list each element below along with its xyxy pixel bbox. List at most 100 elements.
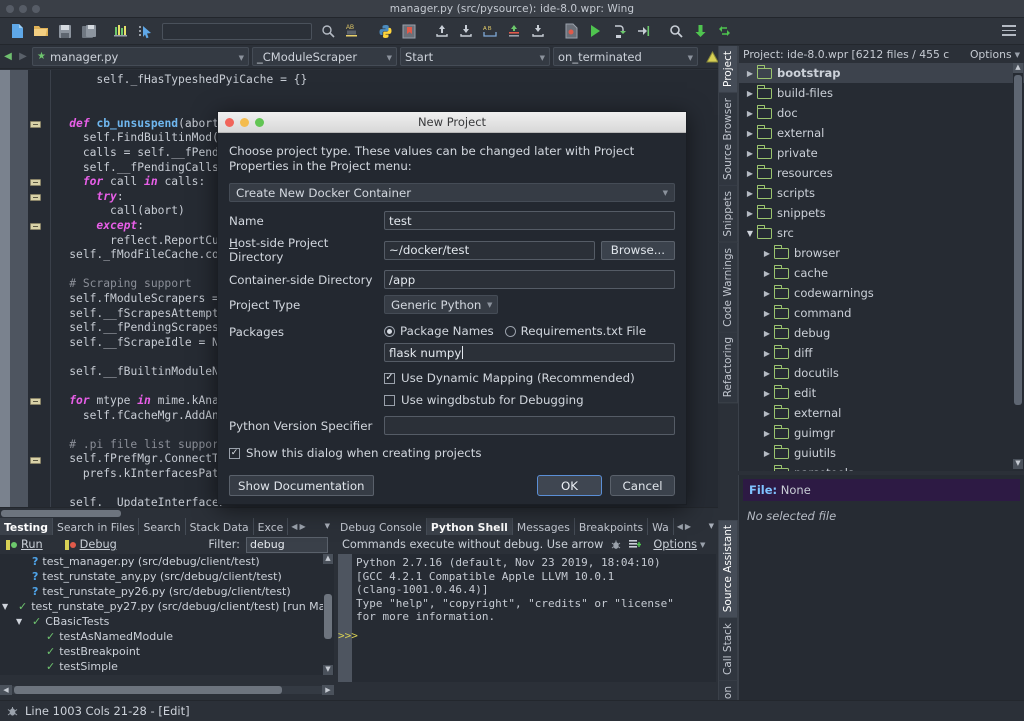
project-tree-item[interactable]: ▶ debug <box>739 323 1024 343</box>
project-type-value-combo[interactable]: Generic Python ▼ <box>384 295 499 314</box>
project-tree-item[interactable]: ▶ parsetools <box>739 463 1024 471</box>
project-tree-item[interactable]: ▶ guiutils <box>739 443 1024 463</box>
step-out-icon[interactable] <box>632 20 654 42</box>
wingdbstub-checkbox[interactable] <box>384 394 395 406</box>
test-list-row[interactable]: ? test_runstate_py26.py (src/debug/client… <box>0 584 334 599</box>
tab-scroll-left-icon[interactable]: ◀ <box>291 522 297 531</box>
chevron-down-icon[interactable]: ▼ <box>743 229 757 238</box>
chevron-right-icon[interactable]: ▶ <box>743 89 757 98</box>
shell-debug-icon[interactable] <box>610 539 622 551</box>
python-icon[interactable] <box>374 20 396 42</box>
export-up-icon[interactable] <box>431 20 453 42</box>
tab-menu-icon[interactable]: ▼ <box>709 522 714 530</box>
show-documentation-button[interactable]: Show Documentation <box>229 475 374 496</box>
scroll-left-icon[interactable]: ◀ <box>0 685 12 695</box>
tab-search[interactable]: Search <box>139 518 186 535</box>
vtab-call-stack[interactable]: Call Stack <box>718 618 738 682</box>
python-version-input[interactable] <box>384 416 675 435</box>
filter-input[interactable]: debug <box>246 536 328 553</box>
project-tree-item[interactable]: ▶ diff <box>739 343 1024 363</box>
project-tree-item[interactable]: ▶ build-files <box>739 83 1024 103</box>
scrollbar-thumb[interactable] <box>324 594 332 639</box>
project-tree-item[interactable]: ▶ resources <box>739 163 1024 183</box>
scroll-down-icon[interactable]: ▼ <box>1013 459 1023 469</box>
scroll-down-icon[interactable]: ▼ <box>323 665 333 675</box>
test-list[interactable]: ? test_manager.py (src/debug/client/test)… <box>0 554 334 675</box>
dialog-window-controls[interactable] <box>225 117 264 127</box>
project-tree-item[interactable]: ▶ browser <box>739 243 1024 263</box>
save-all-icon[interactable] <box>78 20 100 42</box>
vtab-source-browser[interactable]: Source Browser <box>718 92 738 186</box>
chevron-right-icon[interactable]: ▶ <box>743 169 757 178</box>
scroll-up-icon[interactable]: ▲ <box>323 554 333 564</box>
vtab-project[interactable]: Project <box>718 46 738 93</box>
browse-button[interactable]: Browse... <box>600 240 675 260</box>
scrollbar-thumb[interactable] <box>1 510 121 517</box>
project-tree-item[interactable]: ▶ docutils <box>739 363 1024 383</box>
chevron-right-icon[interactable]: ▶ <box>760 269 774 278</box>
new-project-dialog[interactable]: New Project Choose project type. These v… <box>217 111 687 505</box>
fold-marker[interactable] <box>30 398 41 406</box>
class-selector-combo[interactable]: _CModuleScraper ▼ <box>252 47 397 66</box>
fold-marker[interactable] <box>30 456 41 464</box>
project-tree-item[interactable]: ▶ doc <box>739 103 1024 123</box>
project-tree-item[interactable]: ▶ command <box>739 303 1024 323</box>
cancel-button[interactable]: Cancel <box>610 475 675 496</box>
vtab-refactoring[interactable]: Refactoring <box>718 332 738 404</box>
find-icon[interactable] <box>665 20 687 42</box>
maximize-button[interactable] <box>32 5 40 13</box>
project-tree-item[interactable]: ▶ external <box>739 123 1024 143</box>
chevron-right-icon[interactable]: ▶ <box>760 369 774 378</box>
scope-selector-combo[interactable]: Start ▼ <box>400 47 550 66</box>
chevron-right-icon[interactable]: ▶ <box>760 409 774 418</box>
project-tree-item[interactable]: ▶ external <box>739 403 1024 423</box>
chevron-right-icon[interactable]: ▶ <box>743 69 757 78</box>
editor-horizontal-scrollbar[interactable] <box>0 507 718 518</box>
project-type-combo[interactable]: Create New Docker Container ▼ <box>229 183 675 202</box>
packages-input[interactable]: flask numpy <box>384 343 675 362</box>
open-folder-icon[interactable] <box>30 20 52 42</box>
project-scrollbar[interactable]: ▲ ▼ <box>1013 63 1023 469</box>
refresh-icon[interactable] <box>713 20 735 42</box>
project-tree-item[interactable]: ▶ bootstrap <box>739 63 1024 83</box>
host-dir-input[interactable]: ~/docker/test <box>384 240 595 260</box>
tab-scroll-right-icon[interactable]: ▶ <box>685 522 691 531</box>
dynamic-mapping-checkbox[interactable]: ✓ <box>384 372 395 384</box>
toolbar-search-input[interactable] <box>162 22 312 40</box>
file-selector-combo[interactable]: ★ manager.py ▼ <box>32 47 249 66</box>
test-list-row[interactable]: ▼ ✓ CBasicTests <box>0 614 334 629</box>
pointer-select-icon[interactable] <box>135 20 157 42</box>
fold-marker[interactable] <box>30 179 41 187</box>
arrow-down-icon[interactable] <box>689 20 711 42</box>
record-file-icon[interactable] <box>560 20 582 42</box>
fold-marker[interactable] <box>30 223 41 230</box>
shell-options-button[interactable]: Options ▼ <box>653 538 705 551</box>
ab-replace-icon[interactable]: AB <box>341 20 363 42</box>
dialog-minimize-button[interactable] <box>240 117 249 127</box>
plus-minus-icon[interactable] <box>503 20 525 42</box>
tab-menu-icon[interactable]: ▼ <box>325 522 330 530</box>
chevron-right-icon[interactable]: ▶ <box>760 469 774 472</box>
dialog-maximize-button[interactable] <box>255 117 264 127</box>
nav-forward-icon[interactable]: ▶ <box>17 51 29 62</box>
dialog-close-button[interactable] <box>225 117 234 127</box>
step-into-icon[interactable] <box>608 20 630 42</box>
test-list-row[interactable]: ✓ testBreakpoint <box>0 644 334 659</box>
chevron-right-icon[interactable]: ▶ <box>760 429 774 438</box>
test-list-row[interactable]: ✓testSpeed <box>0 674 334 675</box>
debug-probe-icon[interactable] <box>111 20 133 42</box>
close-button[interactable] <box>6 5 14 13</box>
project-tree-item[interactable]: ▼ src <box>739 223 1024 243</box>
project-options-button[interactable]: Options ▼ <box>970 48 1020 61</box>
tab-breakpoints[interactable]: Breakpoints <box>575 518 649 535</box>
chevron-right-icon[interactable]: ▶ <box>743 129 757 138</box>
tab-wa[interactable]: Wa <box>648 518 674 535</box>
show-dialog-row[interactable]: ✓ Show this dialog when creating project… <box>229 446 675 460</box>
chevron-right-icon[interactable]: ▶ <box>760 329 774 338</box>
scrollbar-thumb[interactable] <box>1014 75 1022 405</box>
minimize-button[interactable] <box>19 5 27 13</box>
chevron-right-icon[interactable]: ▶ <box>743 149 757 158</box>
project-tree-item[interactable]: ▶ guimgr <box>739 423 1024 443</box>
project-tree-item[interactable]: ▶ codewarnings <box>739 283 1024 303</box>
search-magnifier-icon[interactable] <box>317 20 339 42</box>
